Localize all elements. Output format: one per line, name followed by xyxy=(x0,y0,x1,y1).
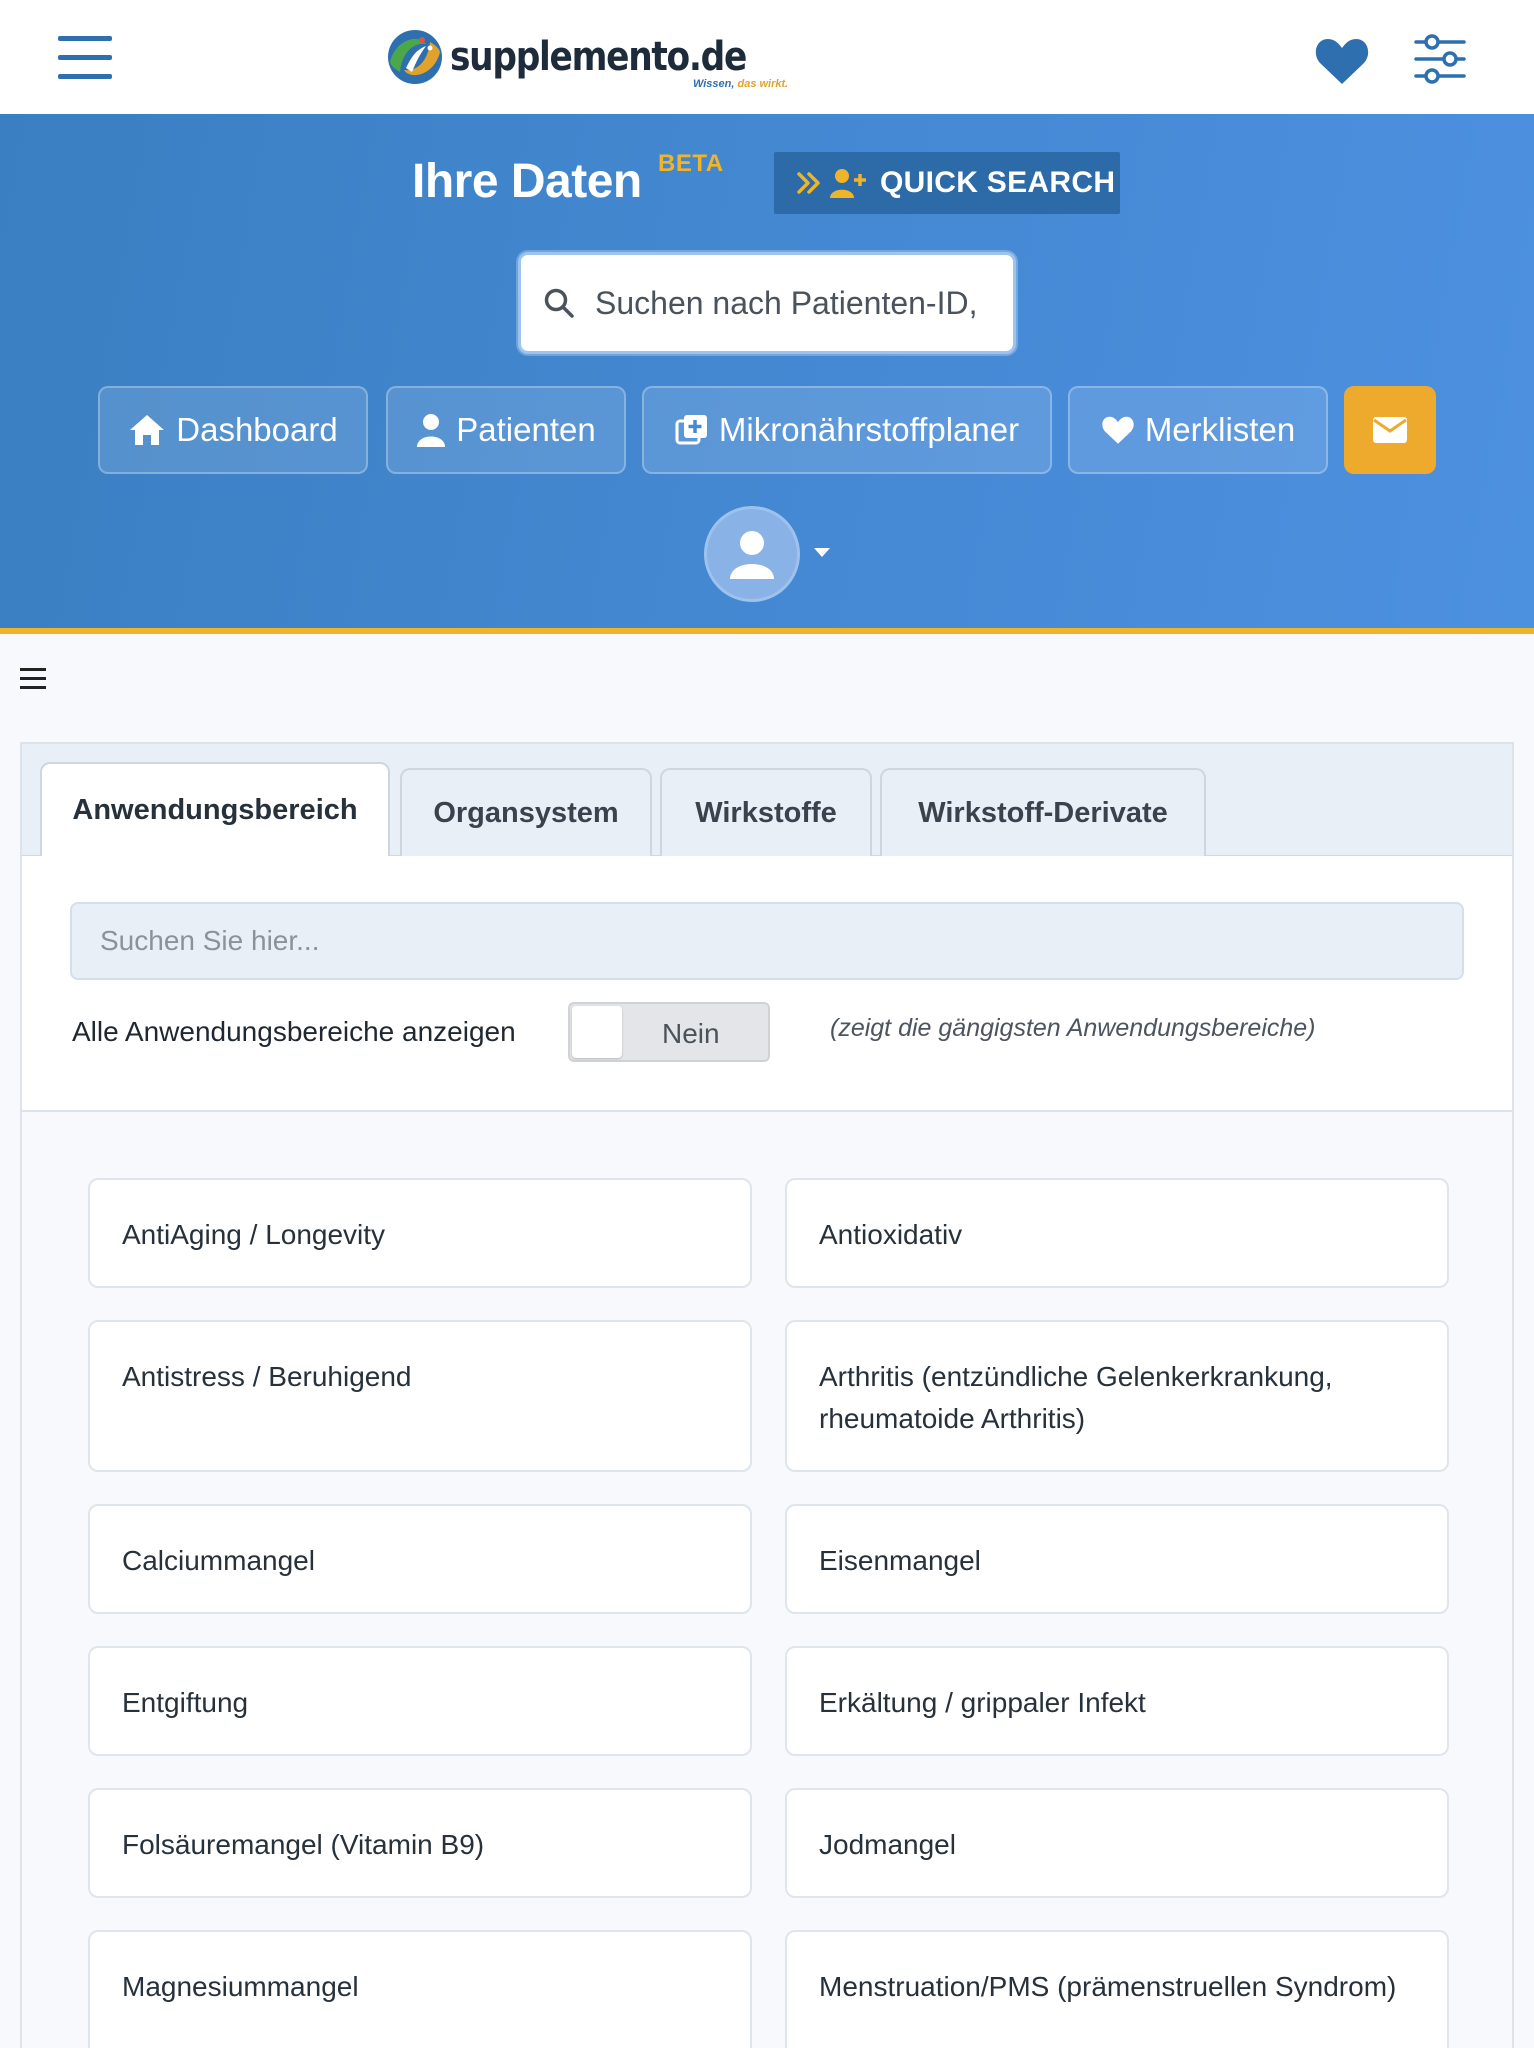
category-card[interactable]: Menstruation/PMS (prämenstruellen Syndro… xyxy=(785,1930,1449,2048)
envelope-icon xyxy=(1373,417,1407,443)
nav-dashboard-button[interactable]: Dashboard xyxy=(98,386,368,474)
caret-down-icon[interactable] xyxy=(814,548,830,557)
logo[interactable]: supplemento.de Wissen, das wirkt. xyxy=(386,26,794,90)
user-plus-icon xyxy=(830,169,866,198)
logo-tagline-part2: das wirkt. xyxy=(737,78,789,90)
tab-wirkstoff-derivate[interactable]: Wirkstoff-Derivate xyxy=(880,768,1206,856)
category-card[interactable]: Entgiftung xyxy=(88,1646,752,1756)
quick-search-button[interactable]: QUICK SEARCH xyxy=(774,152,1120,214)
tab-bar: Anwendungsbereich Organsystem Wirkstoffe… xyxy=(22,744,1512,856)
category-card[interactable]: Jodmangel xyxy=(785,1788,1449,1898)
category-card[interactable]: Antioxidativ xyxy=(785,1178,1449,1288)
toggle-value: Nein xyxy=(662,1018,720,1049)
category-card[interactable]: Antistress / Beruhigend xyxy=(88,1320,752,1472)
double-chevron-right-icon xyxy=(797,172,820,194)
tab-anwendungsbereich[interactable]: Anwendungsbereich xyxy=(40,762,390,856)
category-card[interactable]: Eisenmangel xyxy=(785,1504,1449,1614)
tab-wirkstoffe[interactable]: Wirkstoffe xyxy=(660,768,872,856)
nav-lists-button[interactable]: Merklisten xyxy=(1068,386,1328,474)
category-card[interactable]: Calciummangel xyxy=(88,1504,752,1614)
sidebar-toggle-icon[interactable] xyxy=(20,668,46,692)
category-card[interactable]: Magnesiummangel xyxy=(88,1930,752,2048)
category-card[interactable]: AntiAging / Longevity xyxy=(88,1178,752,1288)
mail-button[interactable] xyxy=(1344,386,1436,474)
toggle-label: Alle Anwendungsbereiche anzeigen xyxy=(72,1016,516,1047)
heart-icon xyxy=(1102,416,1134,444)
category-card[interactable]: Erkältung / grippaler Infekt xyxy=(785,1646,1449,1756)
sliders-icon[interactable] xyxy=(1414,34,1466,84)
plus-square-icon xyxy=(675,415,707,445)
logo-icon xyxy=(388,30,442,84)
menu-icon[interactable] xyxy=(58,36,112,80)
beta-badge: BETA xyxy=(658,150,724,177)
nav-planner-button[interactable]: Mikronährstoffplaner xyxy=(642,386,1052,474)
search-icon xyxy=(544,288,574,318)
hero-section: Ihre Daten BETA QUICK SEARCH Suchen nach… xyxy=(0,114,1534,634)
category-card[interactable]: Folsäuremangel (Vitamin B9) xyxy=(88,1788,752,1898)
patient-search-placeholder: Suchen nach Patienten-ID, xyxy=(595,284,978,321)
nav-lists-label: Merklisten xyxy=(1144,411,1296,448)
heart-icon[interactable] xyxy=(1314,36,1370,86)
toggle-hint: (zeigt die gängigsten Anwendungsbereiche… xyxy=(830,1014,1316,1042)
filter-search-input[interactable]: Suchen Sie hier... xyxy=(70,902,1464,980)
filter-panel: Anwendungsbereich Organsystem Wirkstoffe… xyxy=(20,742,1514,2048)
quick-search-label: QUICK SEARCH xyxy=(880,166,1116,199)
user-icon xyxy=(730,531,774,579)
category-grid: AntiAging / Longevity Antioxidativ Antis… xyxy=(22,1112,1512,2048)
main-nav: Dashboard Patienten Mikronährstoffplaner… xyxy=(0,386,1534,476)
page-title: Ihre Daten xyxy=(412,155,642,208)
home-icon xyxy=(130,415,165,445)
show-all-toggle[interactable]: Nein xyxy=(568,1002,770,1062)
nav-dashboard-label: Dashboard xyxy=(176,411,338,448)
patient-search-input[interactable]: Suchen nach Patienten-ID, xyxy=(518,252,1016,354)
nav-patients-label: Patienten xyxy=(456,411,596,448)
avatar[interactable] xyxy=(704,506,800,602)
logo-wordmark: supplemento.de xyxy=(450,34,747,80)
logo-tagline: Wissen, das wirkt. xyxy=(693,78,788,90)
toggle-knob xyxy=(572,1006,622,1058)
category-card[interactable]: Arthritis (entzündliche Gelenkerkrankung… xyxy=(785,1320,1449,1472)
nav-planner-label: Mikronährstoffplaner xyxy=(718,411,1020,448)
tab-organsystem[interactable]: Organsystem xyxy=(400,768,652,856)
nav-patients-button[interactable]: Patienten xyxy=(386,386,626,474)
top-bar: supplemento.de Wissen, das wirkt. xyxy=(0,0,1534,114)
user-icon xyxy=(417,414,446,447)
logo-tagline-part1: Wissen, xyxy=(692,78,738,90)
